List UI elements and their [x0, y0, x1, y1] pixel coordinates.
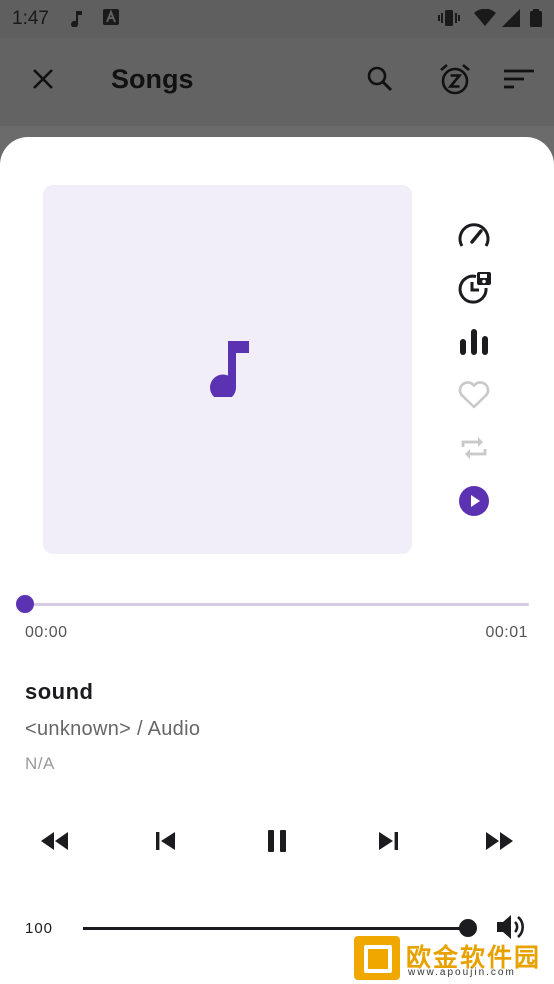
play-next-button[interactable]: [454, 483, 494, 523]
play-circle-icon: [458, 485, 490, 522]
status-bar: 1:47: [0, 0, 554, 38]
sleep-timer-save-button[interactable]: [454, 270, 494, 310]
fast-forward-icon: [484, 831, 514, 855]
player-sheet: 00:00 00:01 sound <unknown> / Audio N/A …: [0, 137, 554, 984]
volume-value: 100: [25, 920, 54, 937]
skip-next-icon: [377, 831, 399, 856]
watermark-logo: [354, 936, 400, 980]
music-note-icon: [70, 9, 84, 28]
volume-slider[interactable]: [83, 919, 477, 937]
seek-track: [24, 603, 529, 606]
album-art: [43, 185, 412, 554]
equalizer-button[interactable]: [454, 324, 494, 364]
pause-icon: [267, 829, 287, 857]
song-extra-info: N/A: [25, 754, 55, 773]
seek-slider[interactable]: [16, 595, 529, 613]
volume-thumb[interactable]: [459, 919, 477, 937]
search-icon: [367, 66, 393, 97]
vibrate-icon: [438, 9, 460, 27]
signal-icon: [502, 9, 520, 27]
sleep-timer-button[interactable]: [434, 60, 476, 102]
repeat-icon: [460, 434, 488, 467]
song-title: sound: [25, 679, 94, 704]
music-note-icon: [206, 337, 250, 402]
favorite-button[interactable]: [454, 377, 494, 417]
equalizer-icon: [460, 328, 488, 360]
battery-icon: [530, 9, 542, 27]
app-bar: Songs: [0, 38, 554, 126]
favorite-heart-icon: [458, 380, 490, 414]
app-a-icon: [103, 9, 119, 27]
watermark: 欧金软件园 www.apoujin.com: [354, 936, 550, 980]
seek-thumb[interactable]: [16, 595, 34, 613]
song-artist-album: <unknown> / Audio: [25, 718, 201, 740]
fast-forward-button[interactable]: [473, 825, 525, 861]
pause-button[interactable]: [251, 825, 303, 861]
sort-icon: [504, 68, 534, 95]
close-button[interactable]: [22, 60, 64, 102]
sort-button[interactable]: [498, 60, 540, 102]
skip-previous-button[interactable]: [140, 825, 192, 861]
skip-next-button[interactable]: [362, 825, 414, 861]
page-title: Songs: [111, 64, 194, 94]
status-time: 1:47: [12, 8, 49, 29]
watermark-url: www.apoujin.com: [408, 967, 516, 978]
volume-fill: [83, 927, 468, 930]
sleep-timer-icon: [439, 63, 471, 100]
duration-time: 00:01: [485, 624, 528, 641]
playback-speed-icon: [458, 222, 490, 253]
timer-save-icon: [457, 271, 491, 309]
fast-rewind-icon: [40, 831, 70, 855]
repeat-button[interactable]: [454, 430, 494, 470]
wifi-icon: [474, 8, 496, 27]
close-icon: [32, 68, 54, 95]
elapsed-time: 00:00: [25, 624, 68, 641]
search-button[interactable]: [359, 60, 401, 102]
skip-previous-icon: [155, 831, 177, 856]
playback-speed-button[interactable]: [454, 217, 494, 257]
fast-rewind-button[interactable]: [29, 825, 81, 861]
